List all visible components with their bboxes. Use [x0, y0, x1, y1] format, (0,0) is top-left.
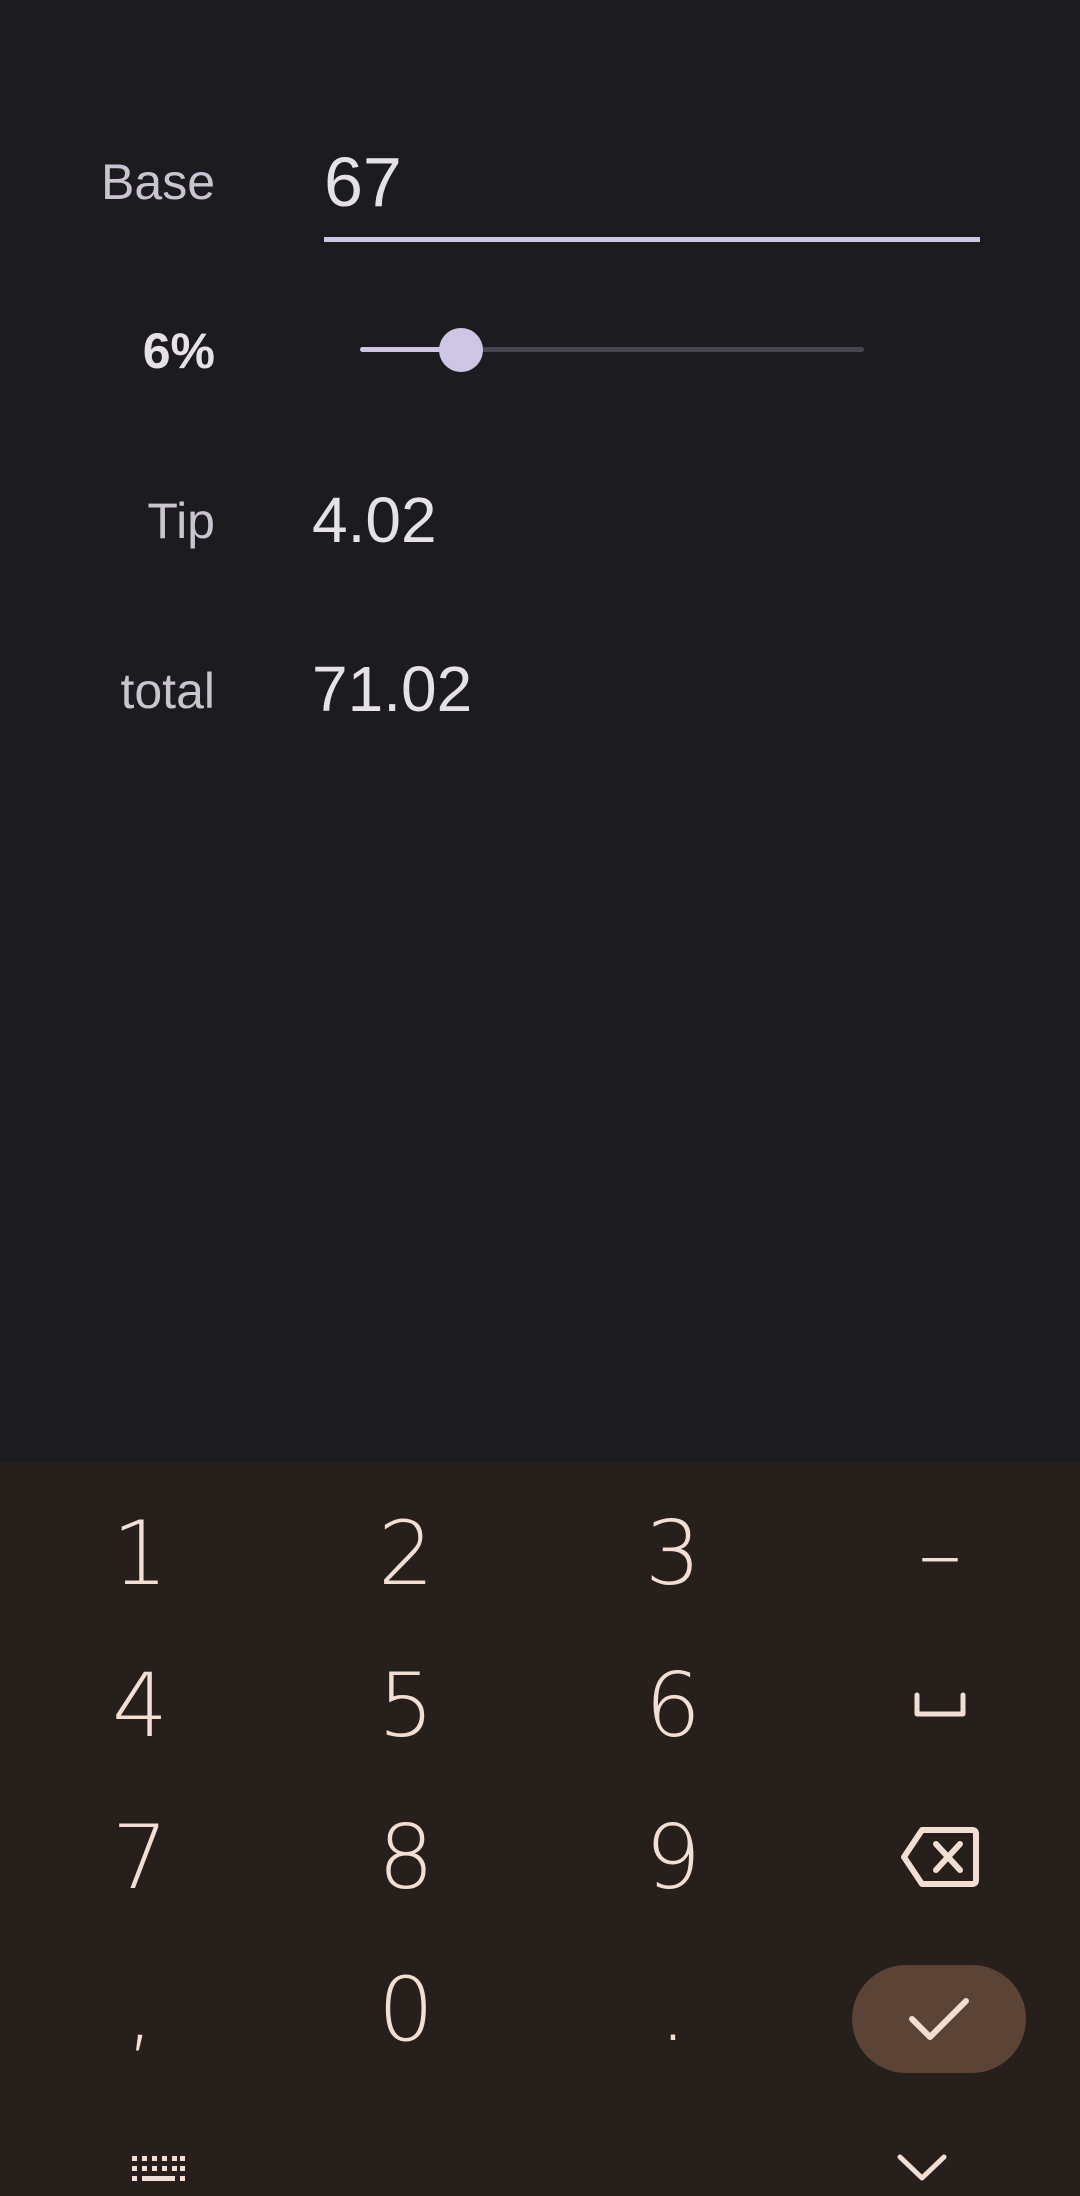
key-8-label: 8: [378, 1805, 434, 1909]
base-label: Base: [101, 154, 215, 210]
chevron-down-icon: [897, 2154, 947, 2181]
key-comma[interactable]: ,: [40, 1944, 240, 2074]
backspace-icon: [901, 1827, 979, 1887]
key-0[interactable]: 0: [306, 1944, 506, 2074]
key-1[interactable]: 1: [40, 1488, 240, 1618]
key-3-label: 3: [645, 1501, 701, 1605]
key-9-label: 9: [645, 1805, 701, 1909]
key-5-label: 5: [378, 1653, 434, 1757]
base-input[interactable]: 67: [324, 140, 980, 242]
key-7-label: 7: [112, 1805, 168, 1909]
key-minus-label: –: [918, 1501, 962, 1605]
key-6-label: 6: [645, 1653, 701, 1757]
key-minus[interactable]: –: [840, 1488, 1040, 1618]
tip-label: Tip: [147, 493, 215, 549]
key-0-label: 0: [378, 1957, 434, 2061]
hide-keyboard-button[interactable]: [896, 2147, 948, 2187]
key-period-label: .: [659, 1957, 687, 2061]
key-9[interactable]: 9: [573, 1792, 773, 1922]
tip-amount: 4.02: [312, 484, 437, 556]
check-icon: [909, 1998, 969, 2040]
key-4-label: 4: [112, 1653, 168, 1757]
tip-calculator: Base 67 6% Tip 4.02 total 71.02: [0, 0, 1080, 1463]
key-space[interactable]: [840, 1640, 1040, 1770]
key-2-label: 2: [378, 1501, 434, 1605]
base-input-value[interactable]: 67: [324, 140, 402, 224]
key-backspace[interactable]: [840, 1792, 1040, 1922]
key-8[interactable]: 8: [306, 1792, 506, 1922]
total-amount: 71.02: [312, 653, 473, 725]
keyboard-icon: [132, 2156, 185, 2181]
total-label: total: [120, 663, 215, 719]
slider-thumb[interactable]: [439, 328, 483, 372]
base-input-underline: [324, 237, 980, 242]
key-2[interactable]: 2: [306, 1488, 506, 1618]
key-7[interactable]: 7: [40, 1792, 240, 1922]
key-3[interactable]: 3: [573, 1488, 773, 1618]
key-comma-label: ,: [126, 1957, 154, 2061]
key-1-label: 1: [112, 1501, 168, 1605]
tip-percent-label: 6%: [142, 323, 215, 379]
enter-button[interactable]: [852, 1965, 1026, 2073]
key-6[interactable]: 6: [573, 1640, 773, 1770]
switch-keyboard-button[interactable]: [128, 2151, 188, 2187]
numeric-keyboard: 1 2 3 – 4 5 6 7 8 9 , 0 .: [0, 1463, 1080, 2196]
key-5[interactable]: 5: [306, 1640, 506, 1770]
tip-percent-slider[interactable]: [360, 322, 864, 378]
key-4[interactable]: 4: [40, 1640, 240, 1770]
space-bar-icon: [914, 1692, 966, 1717]
key-period[interactable]: .: [573, 1944, 773, 2074]
